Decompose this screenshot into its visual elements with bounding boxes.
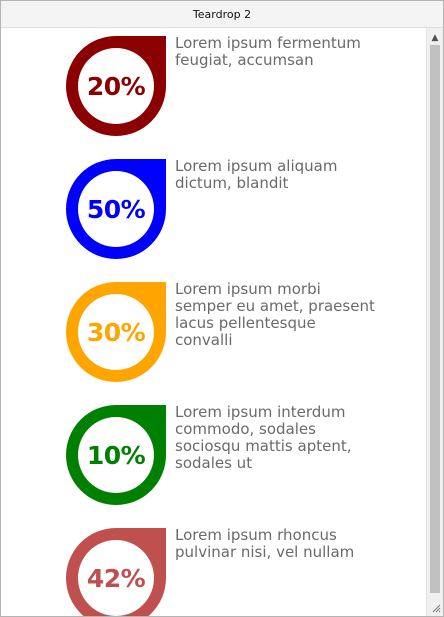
scrollbar-thumb[interactable] [430,45,440,593]
chevron-up-icon[interactable]: ▲ [427,30,443,46]
teardrop-list: 20% Lorem ipsum fermentum feugiat, accum… [1,28,427,616]
teardrop-item-4: 10% Lorem ipsum interdum commodo, sodale… [1,397,427,507]
teardrop-center: 50% [78,171,154,247]
teardrop-shape: 10% [66,405,166,505]
percent-label: 10% [86,440,146,470]
window-title: Teardrop 2 [192,7,252,21]
teardrop-center: 20% [78,48,154,124]
percent-label: 30% [86,317,146,347]
item-description: Lorem ipsum fermentum feugiat, accumsan [175,34,361,69]
teardrop-center: 30% [78,294,154,370]
teardrop-shape: 30% [66,282,166,382]
teardrop-center: 10% [78,417,154,493]
teardrop-item-3: 30% Lorem ipsum morbi semper eu amet, pr… [1,274,427,384]
app-window: Teardrop 2 20% Lorem ipsum fermentum feu… [0,0,444,617]
item-description: Lorem ipsum morbi semper eu amet, praese… [175,280,375,349]
teardrop-shape: 50% [66,159,166,259]
teardrop-shape: 42% [66,528,166,616]
teardrop-item-5: 42% Lorem ipsum rhoncus pulvinar nisi, v… [1,520,427,616]
teardrop-item-2: 50% Lorem ipsum aliquam dictum, blandit [1,151,427,261]
teardrop-shape: 20% [66,36,166,136]
teardrop-item-1: 20% Lorem ipsum fermentum feugiat, accum… [1,28,427,138]
percent-label: 50% [86,194,146,224]
vertical-scrollbar[interactable]: ▲ [426,28,443,616]
item-description: Lorem ipsum interdum commodo, sodales so… [175,403,352,472]
item-description: Lorem ipsum aliquam dictum, blandit [175,157,338,192]
resize-grip-icon[interactable] [430,603,442,615]
item-description: Lorem ipsum rhoncus pulvinar nisi, vel n… [175,526,355,561]
teardrop-center: 42% [78,540,154,616]
percent-label: 42% [86,563,146,593]
title-bar: Teardrop 2 [1,1,443,28]
percent-label: 20% [86,71,146,101]
